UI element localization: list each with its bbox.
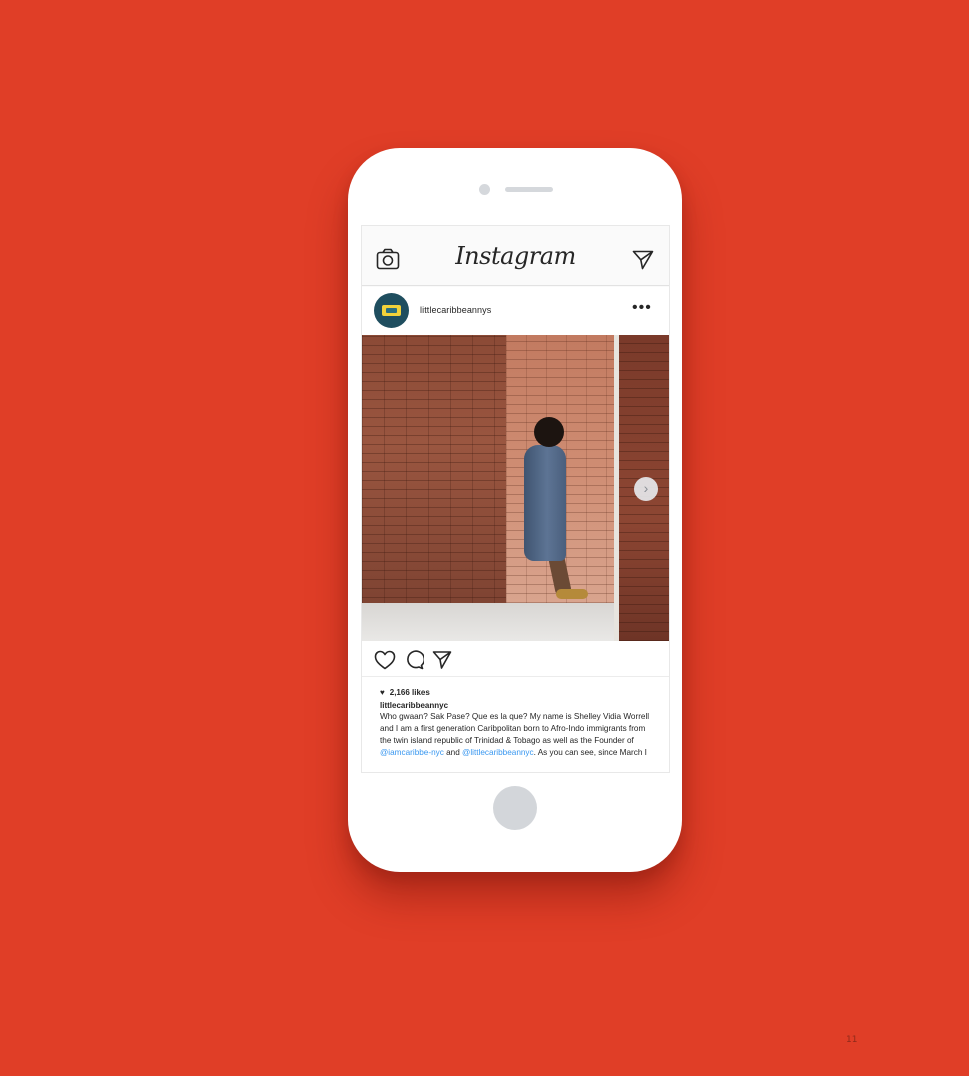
likes-text: 2,166 likes xyxy=(389,687,430,697)
post-body: ♥ 2,166 likes littlecaribbeannyc Who gwa… xyxy=(362,677,669,772)
post-header: littlecaribbeannys ••• xyxy=(362,287,669,335)
comment-icon[interactable] xyxy=(404,650,424,670)
caption-text-end: . As you can see, since March I xyxy=(533,748,647,757)
more-options-icon[interactable]: ••• xyxy=(632,300,652,316)
post-caption: Who gwaan? Sak Pase? Que es la que? My n… xyxy=(380,711,651,769)
instagram-logo: Instagram xyxy=(455,242,576,270)
caption-username[interactable]: littlecaribbeannyc xyxy=(380,701,651,710)
instagram-header: Instagram xyxy=(362,226,669,286)
phone-mockup: Instagram littlecaribbeannys ••• › ♥ 2,1… xyxy=(348,148,682,872)
home-button[interactable] xyxy=(493,786,537,830)
mention-link[interactable]: @iamcaribbe-nyc xyxy=(380,748,444,757)
heart-filled-icon: ♥ xyxy=(380,687,385,697)
post-username[interactable]: littlecaribbeannys xyxy=(420,305,491,315)
carousel-next-icon[interactable]: › xyxy=(634,477,658,501)
likes-count[interactable]: ♥ 2,166 likes xyxy=(380,685,651,699)
share-send-icon[interactable] xyxy=(432,650,452,670)
caption-text: Who gwaan? Sak Pase? Que es la que? My n… xyxy=(380,712,650,745)
avatar[interactable] xyxy=(374,293,409,328)
speaker-slot xyxy=(505,187,553,192)
direct-send-icon[interactable] xyxy=(632,250,654,270)
heart-icon[interactable] xyxy=(374,650,396,670)
avatar-logo-icon xyxy=(382,305,401,316)
page-number: 11 xyxy=(846,1035,858,1045)
post-photo[interactable]: › xyxy=(362,335,669,641)
mention-link[interactable]: @littlecaribbeannyc xyxy=(462,748,534,757)
caption-text-mid: and xyxy=(443,748,463,757)
front-camera xyxy=(479,184,490,195)
post-action-bar xyxy=(362,641,669,677)
phone-screen: Instagram littlecaribbeannys ••• › ♥ 2,1… xyxy=(361,225,670,773)
